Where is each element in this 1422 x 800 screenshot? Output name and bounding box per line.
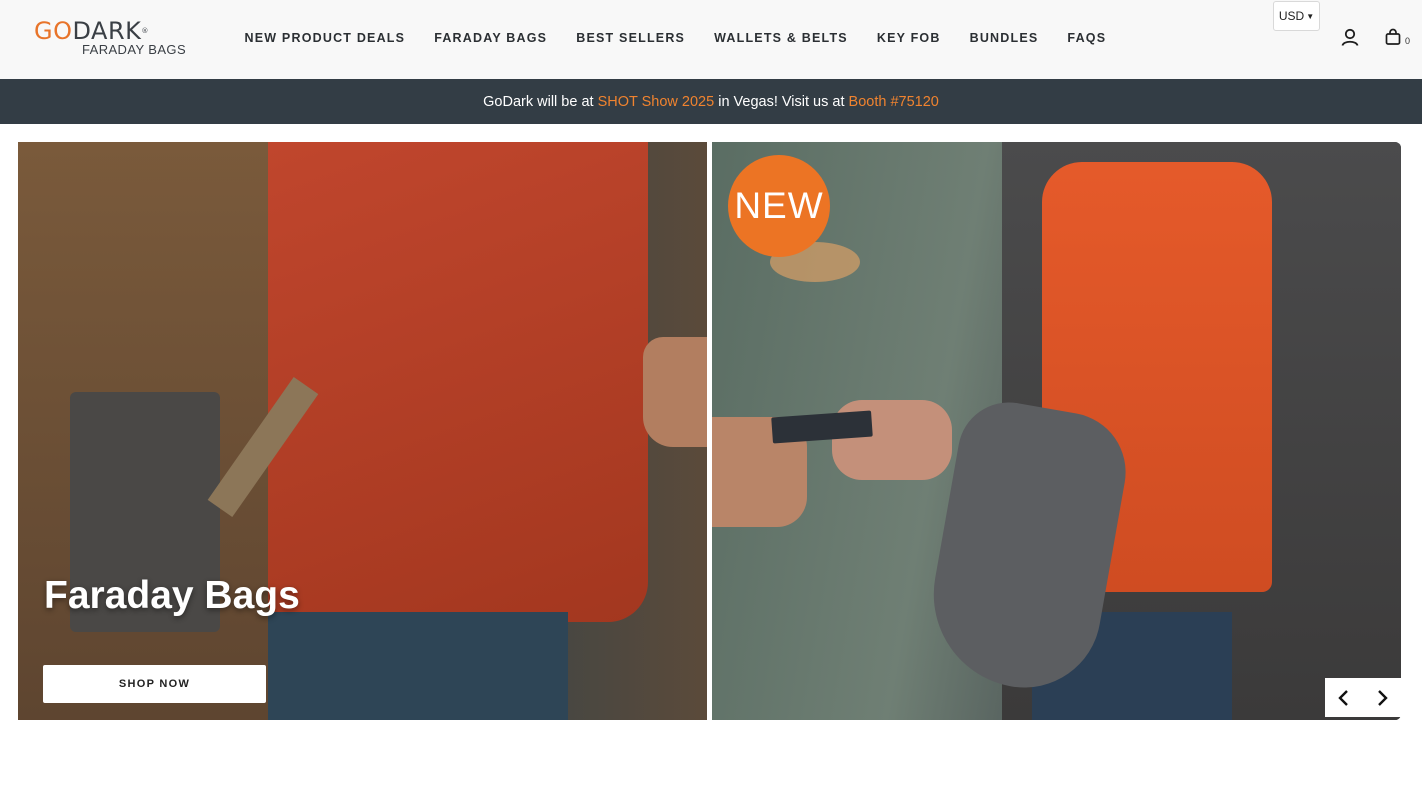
logo-go-text: GO: [34, 17, 73, 45]
currency-value: USD: [1278, 9, 1305, 23]
chevron-right-icon: [1378, 689, 1388, 706]
nav-best-sellers[interactable]: BEST SELLERS: [576, 31, 685, 45]
nav-faqs[interactable]: FAQS: [1067, 31, 1106, 45]
hand-shape: [643, 337, 707, 447]
shop-now-button[interactable]: SHOP NOW: [43, 665, 266, 703]
slider-controls: [1325, 678, 1401, 717]
red-jacket-shape: [268, 142, 648, 622]
slider-prev-button[interactable]: [1325, 678, 1363, 717]
site-header: GODARK® FARADAY BAGS NEW PRODUCT DEALS F…: [0, 0, 1422, 79]
nav-faraday-bags[interactable]: FARADAY BAGS: [434, 31, 547, 45]
announcement-booth-link[interactable]: Booth #75120: [849, 94, 939, 110]
chevron-left-icon: [1338, 689, 1348, 706]
announcement-middle: in Vegas! Visit us at: [714, 93, 849, 110]
slider-next-button[interactable]: [1363, 678, 1401, 717]
announcement-event-link[interactable]: SHOT Show 2025: [598, 94, 715, 110]
caret-down-icon: ▼: [1306, 11, 1315, 21]
godark-logo[interactable]: GODARK® FARADAY BAGS: [34, 19, 186, 59]
announcement-prefix: GoDark will be at: [483, 93, 598, 110]
hero-panel-new-product[interactable]: NEW: [712, 142, 1401, 720]
shopping-bag-icon: [1385, 28, 1401, 45]
currency-selector[interactable]: USD ▼: [1273, 1, 1320, 31]
cart-count: 0: [1405, 36, 1411, 46]
hero-title: Faraday Bags: [44, 574, 300, 617]
main-nav: NEW PRODUCT DEALS FARADAY BAGS BEST SELL…: [230, 31, 1121, 45]
nav-wallets-belts[interactable]: WALLETS & BELTS: [714, 31, 848, 45]
hero-panel-faraday-bags[interactable]: Faraday Bags SHOP NOW: [18, 142, 707, 720]
nav-bundles[interactable]: BUNDLES: [970, 31, 1039, 45]
jeans-shape: [268, 612, 568, 720]
announcement-bar: GoDark will be at SHOT Show 2025 in Vega…: [0, 79, 1422, 124]
logo-subtitle: FARADAY BAGS: [82, 42, 187, 57]
cart-button[interactable]: 0: [1384, 28, 1410, 46]
logo-trademark: ®: [141, 27, 149, 35]
user-icon[interactable]: [1340, 27, 1360, 47]
nav-key-fob[interactable]: KEY FOB: [877, 31, 941, 45]
logo-dark-text: DARK: [72, 17, 142, 45]
new-badge: NEW: [728, 155, 830, 257]
nav-new-product-deals[interactable]: NEW PRODUCT DEALS: [245, 31, 406, 45]
